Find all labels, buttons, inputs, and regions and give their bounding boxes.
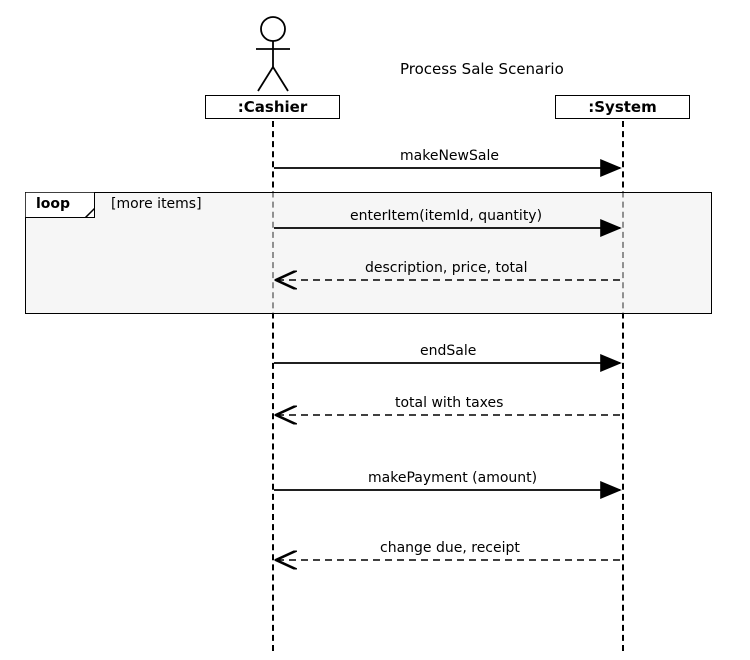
msg-totaltaxes: total with taxes (395, 395, 503, 411)
msg-endsale: endSale (420, 343, 476, 359)
msg-description: description, price, total (365, 260, 528, 276)
msg-makepayment: makePayment (amount) (368, 470, 537, 486)
arrows-layer (0, 0, 750, 660)
sequence-diagram: Process Sale Scenario :Cashier :System l… (0, 0, 750, 660)
msg-makenewsale: makeNewSale (400, 148, 499, 164)
msg-changedue: change due, receipt (380, 540, 520, 556)
msg-enteritem: enterItem(itemId, quantity) (350, 208, 542, 224)
